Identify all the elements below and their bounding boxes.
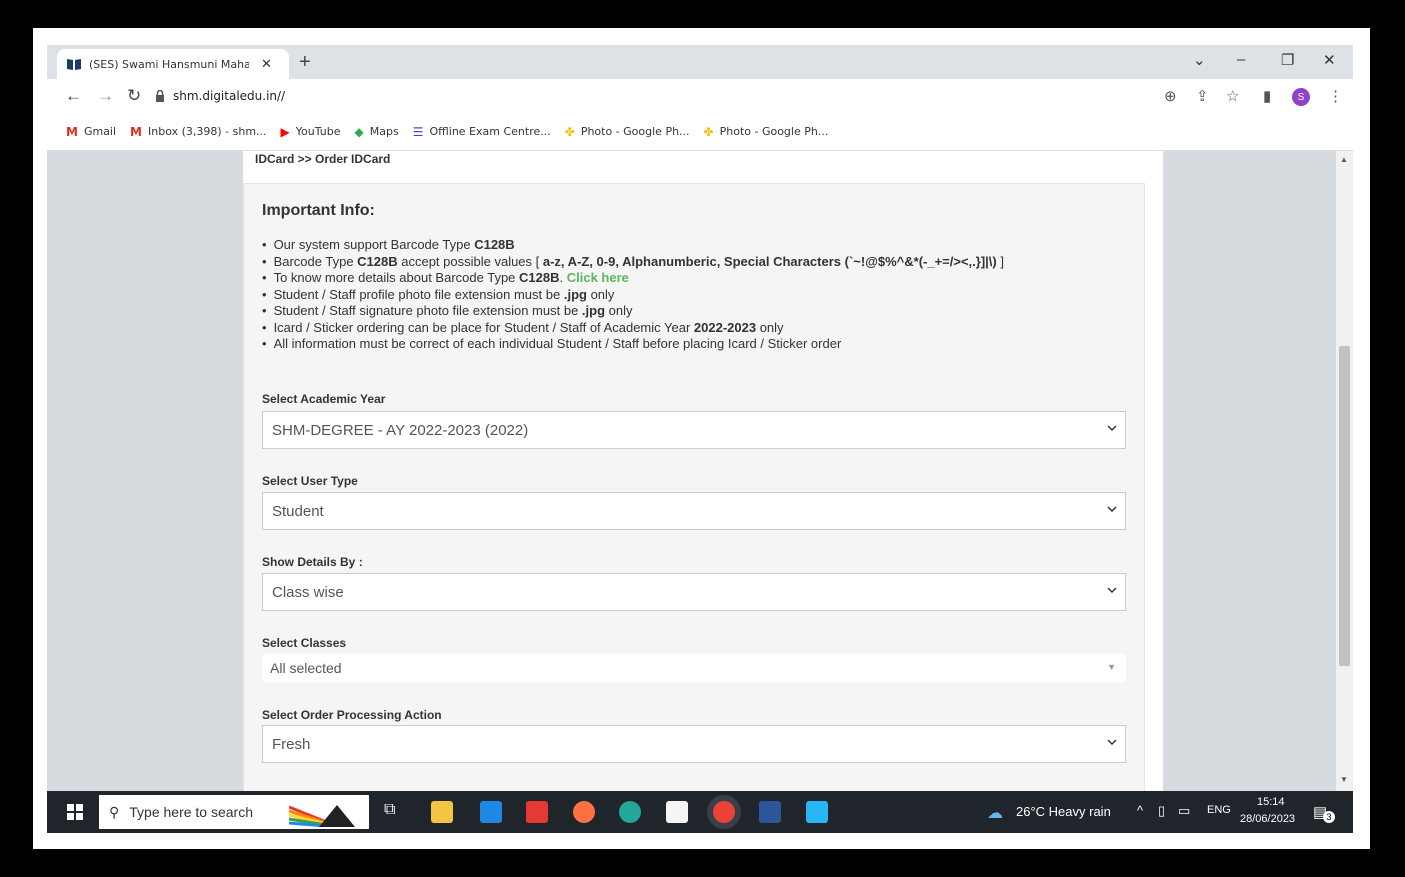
edge-icon[interactable] (619, 801, 641, 823)
tray-chevron-icon[interactable]: ^ (1137, 803, 1143, 818)
weather-icon[interactable]: ☁ (987, 803, 1003, 823)
close-window-icon[interactable]: ✕ (1323, 51, 1336, 69)
browser-window: (SES) Swami Hansmuni Maharaj D ✕ + ⌄ – ❐… (47, 45, 1353, 833)
bookmark-youtube[interactable]: ▶ YouTube (281, 125, 341, 139)
restore-icon[interactable]: ❐ (1281, 51, 1294, 69)
network-icon[interactable]: ▭ (1178, 803, 1190, 819)
taskbar-search[interactable]: ⚲ Type here to search (99, 795, 369, 829)
info-item: Barcode Type C128B accept possible value… (262, 254, 1004, 271)
bookmark-gmail[interactable]: M Gmail (66, 125, 116, 139)
info-item: Our system support Barcode Type C128B (262, 237, 1004, 254)
lock-icon[interactable] (155, 90, 165, 102)
anydesk-icon[interactable] (526, 801, 548, 823)
firefox-icon[interactable] (573, 801, 595, 823)
tab-search-icon[interactable]: ⌄ (1193, 51, 1206, 69)
browser-tab[interactable]: (SES) Swami Hansmuni Maharaj D ✕ (57, 49, 289, 79)
info-title: Important Info: (262, 202, 375, 219)
share-icon[interactable]: ⇪ (1196, 87, 1209, 105)
tab-title: (SES) Swami Hansmuni Maharaj D (89, 57, 249, 71)
order-action-label: Select Order Processing Action (262, 708, 442, 722)
show-details-label: Show Details By : (262, 555, 363, 569)
content-column: IDCard >> Order IDCard Important Info: O… (243, 151, 1163, 791)
click-here-link[interactable]: Click here (567, 270, 629, 285)
info-item: Student / Staff profile photo file exten… (262, 287, 1004, 304)
rainbow-decoration-icon (289, 805, 355, 827)
chevron-down-icon (1107, 739, 1117, 746)
user-type-label: Select User Type (262, 474, 358, 488)
gmail-icon: M (130, 124, 142, 139)
maps-icon: ◆ (354, 124, 364, 139)
youtube-icon: ▶ (280, 124, 290, 139)
url-text: shm.digitaledu.in// (173, 89, 286, 103)
page-viewport: IDCard >> Order IDCard Important Info: O… (47, 151, 1353, 791)
battery-icon[interactable]: ▯ (1158, 803, 1165, 819)
bookmark-star-icon[interactable]: ☆ (1226, 87, 1239, 105)
close-tab-icon[interactable]: ✕ (261, 56, 272, 72)
academic-year-label: Select Academic Year (262, 392, 386, 406)
academic-year-select[interactable]: SHM-DEGREE - AY 2022-2023 (2022) (262, 411, 1126, 449)
chrome-icon[interactable] (713, 801, 735, 823)
screenshot-frame: (SES) Swami Hansmuni Maharaj D ✕ + ⌄ – ❐… (0, 0, 1405, 877)
order-action-select[interactable]: Fresh (262, 725, 1126, 763)
classes-multiselect[interactable]: All selected ▼ (262, 654, 1126, 682)
info-item: To know more details about Barcode Type … (262, 270, 1004, 287)
forms-icon: ☰ (412, 124, 424, 139)
store-icon[interactable] (666, 801, 688, 823)
zoom-icon[interactable]: ⊕ (1164, 87, 1177, 105)
bookmark-inbox[interactable]: M Inbox (3,398) - shm... (130, 125, 267, 139)
search-icon: ⚲ (109, 803, 120, 820)
chevron-down-icon (1107, 425, 1117, 432)
forward-icon[interactable]: → (97, 86, 114, 106)
scroll-up-icon[interactable]: ▲ (1340, 155, 1348, 164)
side-panel-icon[interactable]: ▮ (1263, 87, 1271, 105)
new-tab-icon[interactable]: + (299, 51, 311, 74)
weather-text[interactable]: 26°C Heavy rain (1016, 804, 1111, 819)
profile-avatar[interactable]: S (1292, 88, 1310, 106)
order-idcard-panel: Important Info: Our system support Barco… (243, 183, 1145, 791)
clock-date[interactable]: 28/06/2023 (1240, 813, 1295, 825)
bookmark-offline-exam[interactable]: ☰ Offline Exam Centre... (413, 125, 551, 139)
scroll-down-icon[interactable]: ▼ (1340, 775, 1348, 784)
gmail-icon: M (66, 124, 78, 139)
photos-icon: ✤ (564, 124, 575, 139)
minimize-icon[interactable]: – (1237, 51, 1245, 68)
bookmark-photo-1[interactable]: ✤ Photo - Google Ph... (565, 125, 690, 139)
bookmark-maps[interactable]: ◆ Maps (355, 125, 399, 139)
windows-taskbar: ⚲ Type here to search ⧉ ☁ 26°C Heavy rai… (47, 791, 1353, 833)
scroll-thumb[interactable] (1339, 346, 1350, 666)
notification-count: 3 (1323, 811, 1335, 823)
chevron-down-icon (1107, 587, 1117, 594)
photos-icon: ✤ (703, 124, 714, 139)
caret-down-icon: ▼ (1107, 662, 1116, 672)
chevron-down-icon (1107, 506, 1117, 513)
word-icon[interactable] (759, 801, 781, 823)
address-toolbar: ← → ↻ shm.digitaledu.in// ⊕ ⇪ ☆ ▮ S ⋮ (47, 79, 1353, 113)
mail-icon[interactable] (480, 801, 502, 823)
tab-strip: (SES) Swami Hansmuni Maharaj D ✕ + ⌄ – ❐… (47, 45, 1353, 79)
book-icon (67, 58, 81, 70)
file-explorer-icon[interactable] (431, 801, 453, 823)
info-item: Icard / Sticker ordering can be place fo… (262, 320, 1004, 337)
task-view-icon[interactable]: ⧉ (384, 801, 406, 823)
important-info-list: Our system support Barcode Type C128B Ba… (262, 237, 1004, 353)
info-item: Student / Staff signature photo file ext… (262, 303, 1004, 320)
windows-start-icon[interactable] (67, 804, 83, 820)
reload-icon[interactable]: ↻ (127, 86, 141, 106)
page-scrollbar[interactable]: ▲ ▼ (1336, 151, 1353, 791)
info-item: All information must be correct of each … (262, 336, 1004, 353)
address-bar[interactable]: shm.digitaledu.in// (155, 83, 1155, 109)
photos-app-icon[interactable] (806, 801, 828, 823)
bookmarks-bar: M Gmail M Inbox (3,398) - shm... ▶ YouTube … (47, 113, 1353, 151)
user-type-select[interactable]: Student (262, 492, 1126, 530)
bookmark-photo-2[interactable]: ✤ Photo - Google Ph... (704, 125, 829, 139)
breadcrumb: IDCard >> Order IDCard (255, 152, 391, 166)
language-indicator[interactable]: ENG (1207, 804, 1231, 816)
classes-label: Select Classes (262, 636, 347, 650)
clock-time[interactable]: 15:14 (1257, 796, 1285, 808)
menu-icon[interactable]: ⋮ (1328, 87, 1343, 105)
show-details-select[interactable]: Class wise (262, 573, 1126, 611)
back-icon[interactable]: ← (65, 86, 82, 106)
